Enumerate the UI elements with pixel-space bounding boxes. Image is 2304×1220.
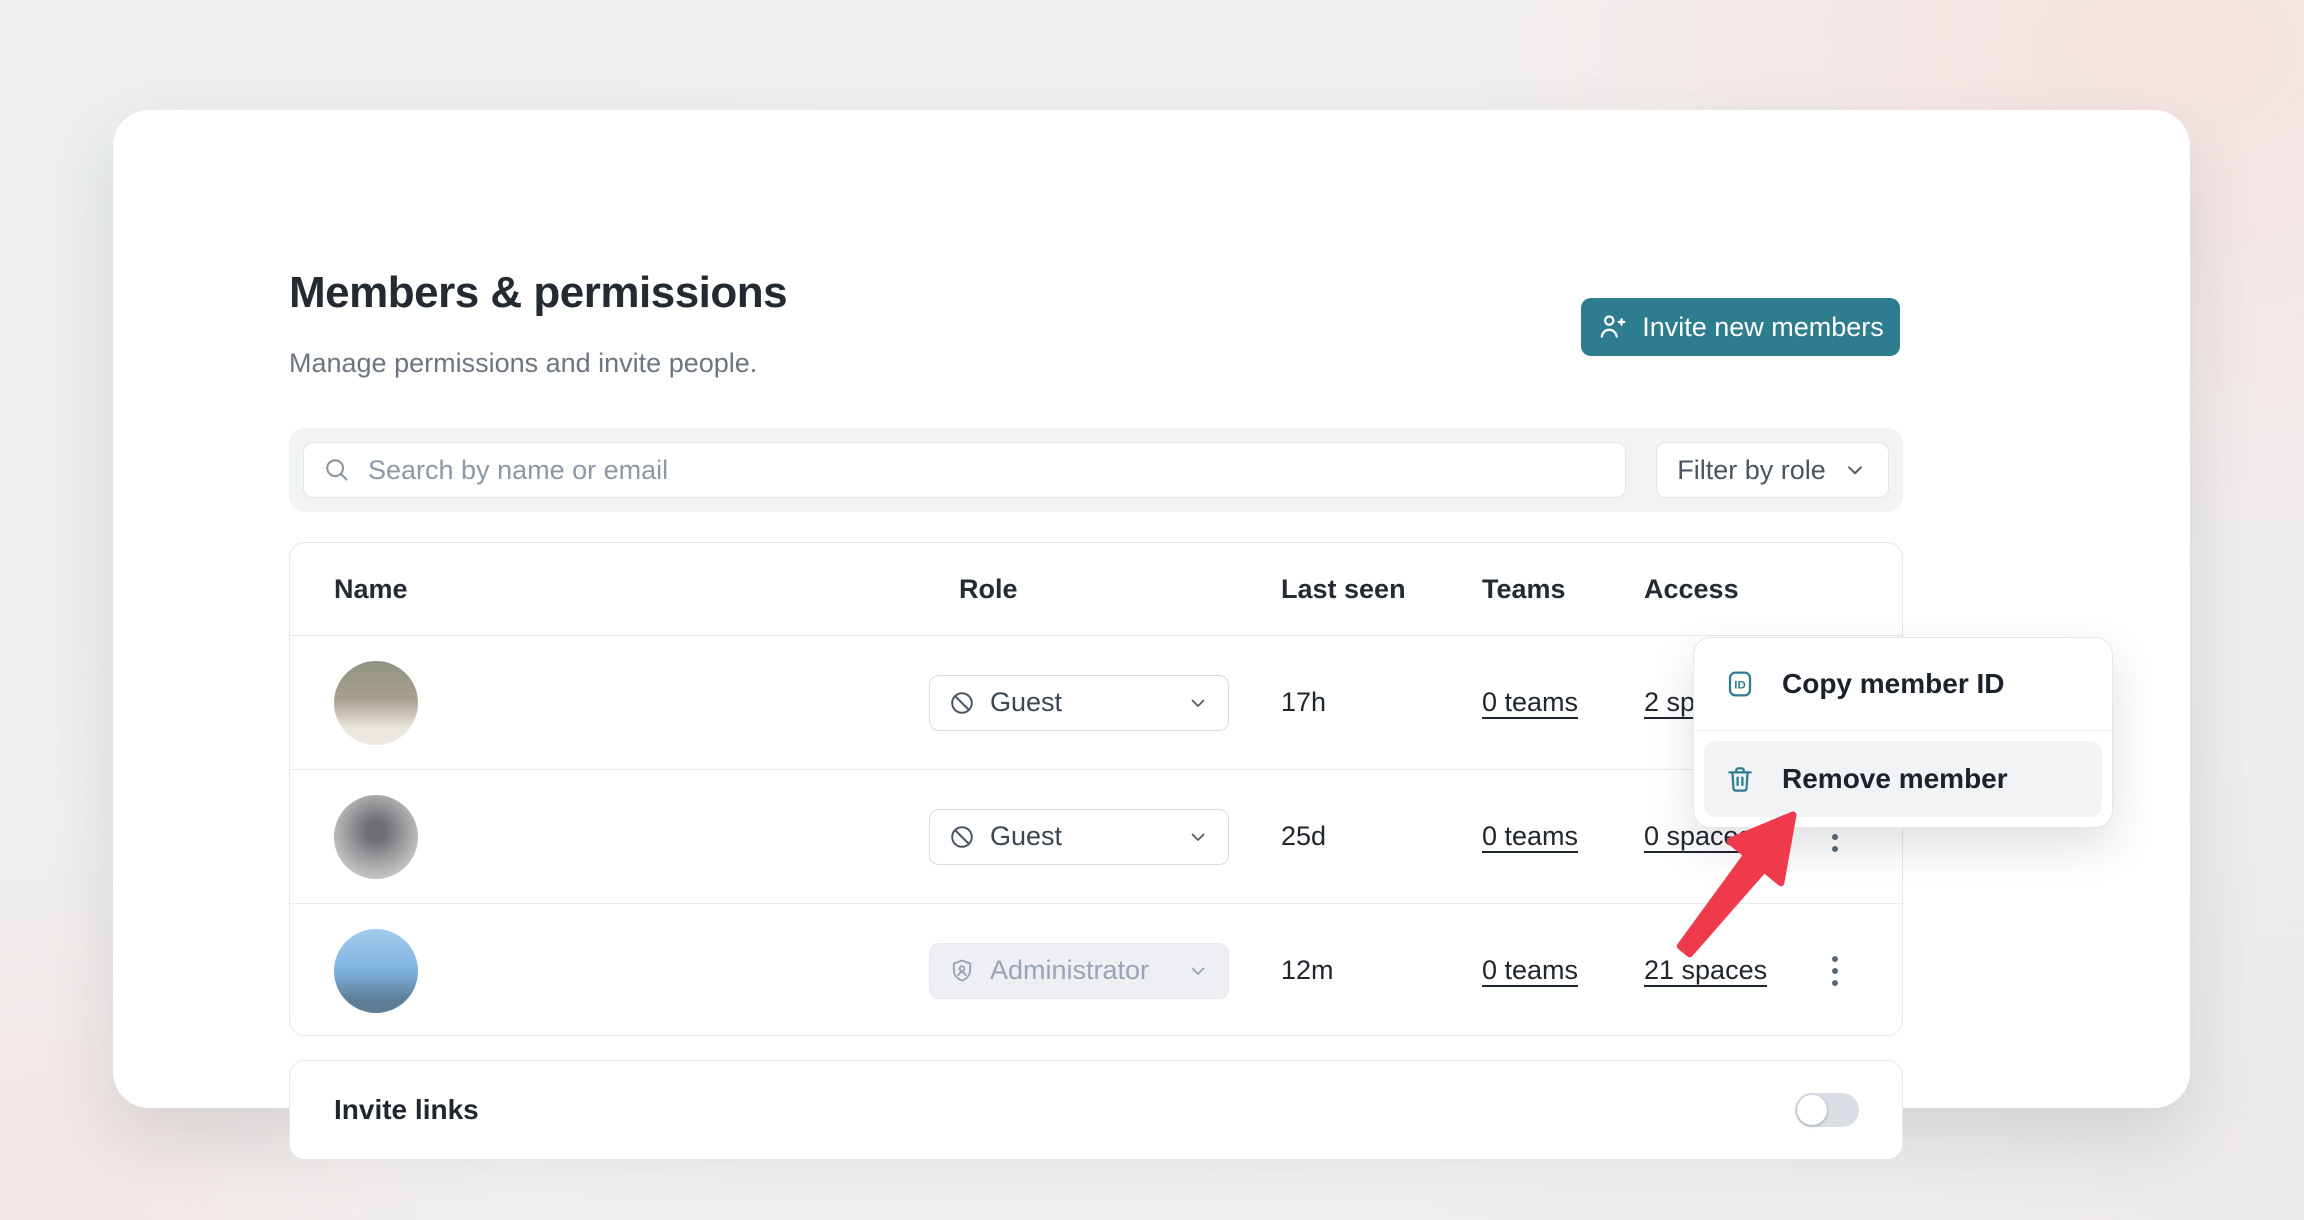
- column-header-teams: Teams: [1482, 574, 1644, 605]
- id-badge-icon: ID: [1724, 668, 1756, 700]
- teams-link[interactable]: 0 teams: [1482, 955, 1578, 985]
- column-header-role: Role: [929, 574, 1281, 605]
- table-header-row: Name Role Last seen Teams Access: [290, 543, 1902, 635]
- role-dropdown-disabled: Administrator: [929, 943, 1229, 999]
- table-row: Guest 17h 0 teams 2 spaces: [290, 635, 1902, 769]
- avatar: [334, 795, 418, 879]
- menu-item-copy-member-id[interactable]: ID Copy member ID: [1694, 638, 2112, 730]
- spaces-link[interactable]: 21 spaces: [1644, 955, 1767, 985]
- table-row: Administrator 12m 0 teams 21 spaces: [290, 903, 1902, 1037]
- user-plus-icon: [1597, 311, 1629, 343]
- invite-new-members-button[interactable]: Invite new members: [1581, 298, 1900, 356]
- role-value: Guest: [990, 821, 1172, 852]
- invite-links-section: Invite links: [289, 1060, 1903, 1160]
- teams-link[interactable]: 0 teams: [1482, 821, 1578, 851]
- invite-button-label: Invite new members: [1642, 312, 1884, 343]
- column-header-name: Name: [290, 574, 929, 605]
- invite-links-label: Invite links: [334, 1094, 1795, 1126]
- chevron-down-icon: [1186, 959, 1210, 983]
- table-row: Guest 25d 0 teams 0 spaces: [290, 769, 1902, 903]
- last-seen-value: 25d: [1281, 821, 1482, 852]
- toggle-knob: [1797, 1095, 1827, 1125]
- page-background: Members & permissions Manage permissions…: [0, 0, 2304, 1220]
- shield-user-icon: [948, 957, 976, 985]
- ban-icon: [948, 689, 976, 717]
- chevron-down-icon: [1186, 691, 1210, 715]
- row-context-menu: ID Copy member ID Remove member: [1693, 637, 2113, 828]
- ban-icon: [948, 823, 976, 851]
- role-value: Guest: [990, 687, 1172, 718]
- search-box[interactable]: [303, 442, 1626, 498]
- column-header-access: Access: [1644, 574, 1804, 605]
- menu-item-label: Copy member ID: [1782, 668, 2005, 700]
- search-filter-bar: Filter by role: [289, 428, 1903, 512]
- column-header-last-seen: Last seen: [1281, 574, 1482, 605]
- chevron-down-icon: [1186, 825, 1210, 849]
- trash-icon: [1724, 763, 1756, 795]
- members-permissions-card: Members & permissions Manage permissions…: [113, 110, 2190, 1108]
- page-subtitle: Manage permissions and invite people.: [289, 348, 757, 379]
- filter-label: Filter by role: [1677, 455, 1826, 486]
- avatar: [334, 929, 418, 1013]
- last-seen-value: 12m: [1281, 955, 1482, 986]
- search-input[interactable]: [366, 442, 1625, 498]
- members-table: Name Role Last seen Teams Access: [289, 542, 1903, 1036]
- search-icon: [322, 455, 352, 485]
- role-dropdown[interactable]: Guest: [929, 809, 1229, 865]
- menu-item-label: Remove member: [1782, 763, 2008, 795]
- last-seen-value: 17h: [1281, 687, 1482, 718]
- menu-item-remove-member[interactable]: Remove member: [1704, 741, 2102, 817]
- chevron-down-icon: [1842, 457, 1868, 483]
- filter-by-role-dropdown[interactable]: Filter by role: [1656, 442, 1889, 498]
- invite-links-toggle[interactable]: [1795, 1093, 1859, 1127]
- role-value: Administrator: [990, 955, 1172, 986]
- teams-link[interactable]: 0 teams: [1482, 687, 1578, 717]
- role-dropdown[interactable]: Guest: [929, 675, 1229, 731]
- avatar: [334, 661, 418, 745]
- svg-text:ID: ID: [1734, 680, 1745, 692]
- page-title: Members & permissions: [289, 268, 787, 318]
- kebab-menu-icon[interactable]: [1826, 950, 1844, 992]
